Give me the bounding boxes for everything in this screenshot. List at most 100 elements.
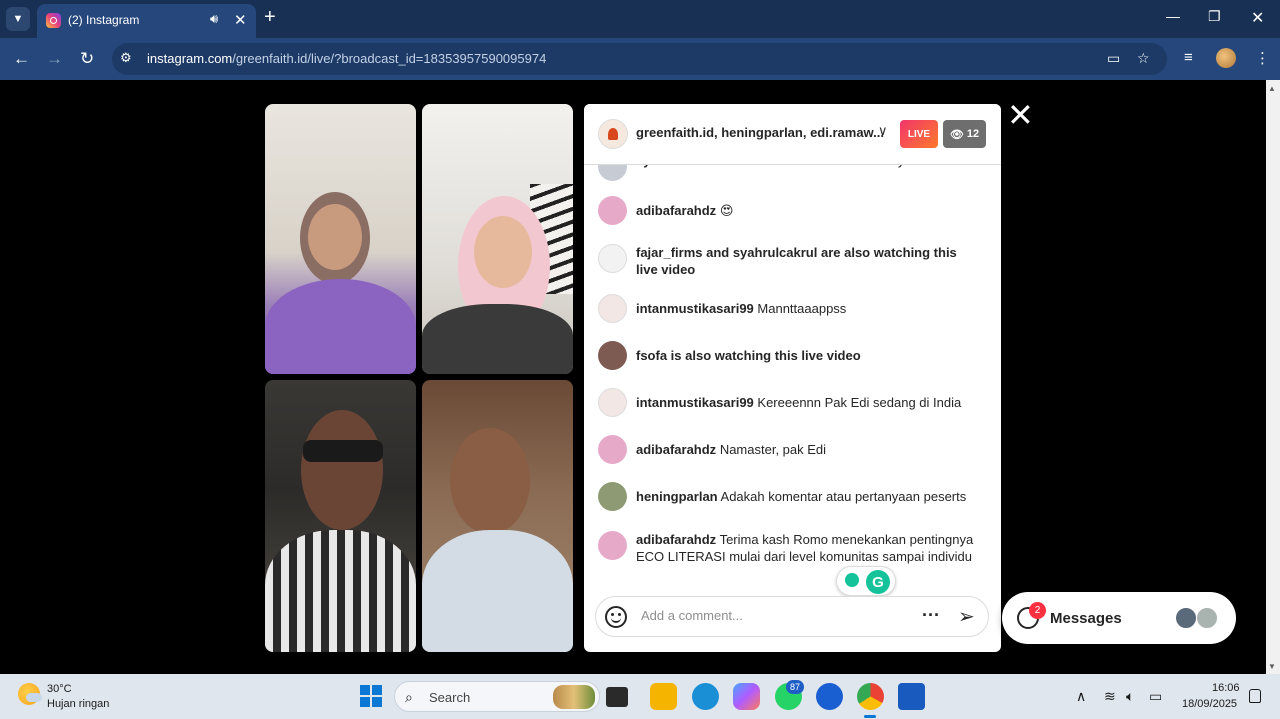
participant-4-body bbox=[422, 530, 573, 652]
taskbar-search[interactable]: ⌕ Search bbox=[394, 681, 600, 712]
participant-1-face bbox=[308, 204, 362, 270]
comment-avatar[interactable] bbox=[598, 388, 627, 417]
comment-avatar[interactable] bbox=[598, 294, 627, 323]
chevron-down-icon[interactable]: ∨ bbox=[878, 123, 888, 139]
comment-avatar[interactable] bbox=[598, 196, 627, 225]
minimize-icon[interactable]: — bbox=[1166, 8, 1180, 24]
comment-text: adibafarahdz Namaster, pak Edi bbox=[636, 442, 827, 457]
new-tab-icon[interactable]: + bbox=[264, 6, 276, 29]
participant-3-body bbox=[265, 530, 416, 652]
tab-title: (2) Instagram bbox=[68, 13, 140, 27]
grammarly-icon[interactable]: G bbox=[866, 570, 890, 594]
back-arrow-icon[interactable]: ← bbox=[13, 49, 30, 69]
reload-icon[interactable]: ↻ bbox=[80, 49, 94, 69]
viewer-count: 12 bbox=[966, 128, 980, 140]
comment-text: adibafarahdz 😍 bbox=[636, 203, 734, 218]
video-tile-participant-2 bbox=[422, 104, 573, 374]
chevron-up-icon[interactable]: ∧ bbox=[1076, 688, 1086, 705]
comment-avatar[interactable] bbox=[598, 244, 627, 273]
install-app-icon[interactable]: ▭ bbox=[1107, 50, 1120, 67]
close-window-icon[interactable]: ✕ bbox=[1251, 8, 1264, 28]
video-tile-participant-1 bbox=[265, 104, 416, 374]
browser-menu-icon[interactable]: ⋮ bbox=[1255, 49, 1270, 67]
video-tile-participant-3 bbox=[265, 380, 416, 652]
restore-icon[interactable]: ❐ bbox=[1208, 8, 1221, 25]
site-info-icon[interactable]: ⚙ bbox=[120, 50, 132, 66]
forward-arrow-icon[interactable]: → bbox=[46, 49, 63, 69]
clock-date[interactable]: 18/09/2025 bbox=[1182, 698, 1237, 710]
wifi-icon[interactable]: ≋ bbox=[1104, 688, 1116, 705]
viewer-count-badge[interactable]: 👁︎ 12 bbox=[943, 120, 986, 148]
more-options-icon[interactable]: ··· bbox=[922, 605, 940, 626]
task-view-icon[interactable] bbox=[606, 687, 628, 707]
join-notice-text: fajar_firms and syahrulcakrul are also w… bbox=[636, 245, 957, 277]
comment-avatar[interactable] bbox=[598, 341, 627, 370]
avatar bbox=[1196, 607, 1218, 629]
chrome-active-indicator bbox=[864, 715, 876, 718]
scroll-down-icon[interactable]: ▼ bbox=[1268, 662, 1276, 671]
profile-avatar[interactable] bbox=[1216, 48, 1236, 68]
comment-avatar[interactable] bbox=[598, 435, 627, 464]
messages-button[interactable]: 2 Messages bbox=[1002, 592, 1236, 644]
media-control-icon[interactable]: ≡ bbox=[1184, 49, 1193, 66]
edge-icon[interactable] bbox=[692, 683, 719, 710]
emoji-icon[interactable] bbox=[605, 606, 627, 628]
host-avatar[interactable] bbox=[598, 119, 628, 149]
messages-label: Messages bbox=[1050, 610, 1122, 627]
whatsapp-badge: 87 bbox=[786, 680, 804, 694]
page-scrollbar[interactable]: ▲ ▼ bbox=[1266, 80, 1280, 674]
lightbulb-icon[interactable] bbox=[845, 573, 859, 587]
participant-3-head bbox=[301, 410, 383, 530]
weather-icon[interactable] bbox=[18, 683, 42, 705]
comment-text: intanmustikasari99 Kereeennn Pak Edi sed… bbox=[636, 395, 962, 410]
comment-text: adibafarahdz Terima kash Romo menekankan… bbox=[636, 532, 974, 564]
close-tab-icon[interactable]: ✕ bbox=[234, 11, 247, 29]
close-live-icon[interactable]: ✕ bbox=[1007, 99, 1034, 131]
video-tile-participant-4 bbox=[422, 380, 573, 652]
comment-avatar[interactable] bbox=[598, 482, 627, 511]
comment-composer: ··· ➢ bbox=[595, 596, 989, 637]
send-icon[interactable]: ➢ bbox=[958, 604, 975, 629]
search-highlight-icon bbox=[553, 685, 595, 709]
participant-2-body bbox=[422, 304, 573, 374]
participant-2-face bbox=[474, 216, 532, 288]
windows-taskbar: 30°C Hujan ringan ⌕ Search 87 ∧ ≋ 🔈︎ ▭ 1… bbox=[0, 674, 1280, 719]
tab-search-icon[interactable]: ▼ bbox=[6, 7, 30, 31]
browser-toolbar: ← → ↻ ⚙ instagram.com/greenfaith.id/live… bbox=[0, 38, 1280, 80]
battery-icon[interactable]: ▭ bbox=[1149, 688, 1162, 705]
host-names[interactable]: greenfaith.id, heningparlan, edi.ramaw..… bbox=[636, 125, 884, 140]
address-bar[interactable]: ⚙ instagram.com/greenfaith.id/live/?broa… bbox=[112, 43, 1167, 75]
live-badge: LIVE bbox=[900, 120, 938, 148]
instagram-favicon-icon bbox=[46, 13, 61, 28]
participant-4-head bbox=[450, 428, 530, 534]
comment-input[interactable] bbox=[641, 608, 911, 623]
weather-temperature[interactable]: 30°C bbox=[47, 683, 72, 695]
live-chat-panel: greenfaith.id, heningparlan, edi.ramaw..… bbox=[584, 104, 1001, 652]
word-icon[interactable] bbox=[898, 683, 925, 710]
copilot-icon[interactable] bbox=[733, 683, 760, 710]
tab-instagram[interactable]: (2) Instagram 🔊︎ ✕ bbox=[37, 4, 256, 38]
speaker-icon[interactable]: 🔊︎ bbox=[210, 11, 218, 27]
participant-3-glasses bbox=[303, 440, 383, 462]
notification-bell-icon[interactable] bbox=[1249, 689, 1261, 703]
participant-1-body bbox=[265, 279, 416, 374]
bookmark-star-icon[interactable]: ☆ bbox=[1137, 50, 1150, 67]
scroll-up-icon[interactable]: ▲ bbox=[1268, 84, 1276, 93]
zoom-icon[interactable] bbox=[816, 683, 843, 710]
browser-tab-bar: ▼ (2) Instagram 🔊︎ ✕ + — ❐ ✕ bbox=[0, 0, 1280, 38]
join-notice-text: fsofa is also watching this live video bbox=[636, 348, 861, 363]
comment-text: heningparlan Adakah komentar atau pertan… bbox=[636, 489, 967, 504]
url-host: instagram.com bbox=[147, 51, 233, 66]
windows-start-icon[interactable] bbox=[360, 685, 382, 707]
file-explorer-icon[interactable] bbox=[650, 683, 677, 710]
clock-time[interactable]: 16:06 bbox=[1212, 682, 1240, 694]
url-text[interactable]: instagram.com/greenfaith.id/live/?broadc… bbox=[147, 51, 546, 66]
comment-avatar[interactable] bbox=[598, 531, 627, 560]
weather-description[interactable]: Hujan ringan bbox=[47, 698, 109, 710]
volume-icon[interactable]: 🔈︎ bbox=[1126, 688, 1134, 705]
chrome-icon[interactable] bbox=[857, 683, 884, 710]
eye-icon: 👁︎ bbox=[949, 128, 964, 141]
grammarly-widget[interactable]: G bbox=[836, 566, 896, 596]
messages-badge: 2 bbox=[1029, 602, 1046, 619]
live-header: greenfaith.id, heningparlan, edi.ramaw..… bbox=[584, 104, 1001, 165]
